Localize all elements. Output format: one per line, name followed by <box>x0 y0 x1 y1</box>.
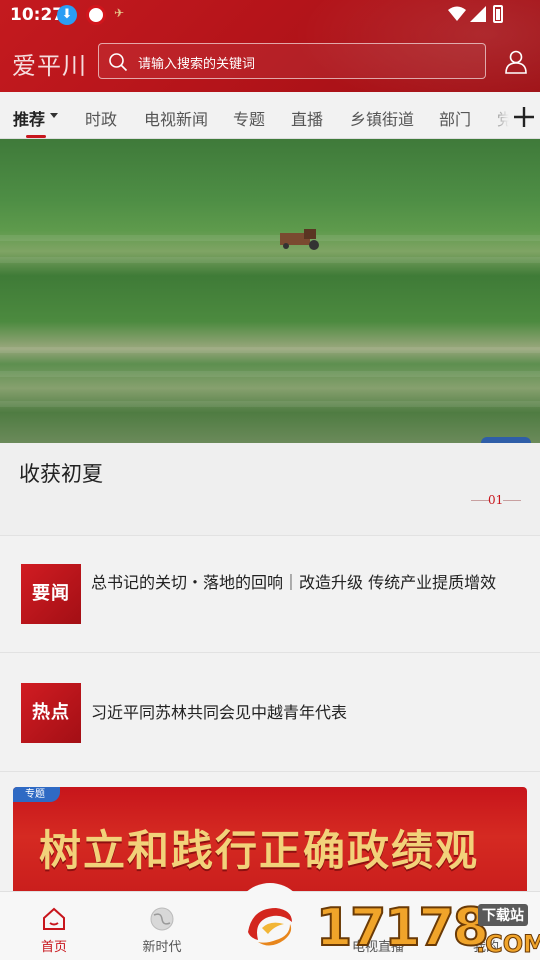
active-tab-indicator <box>26 135 46 138</box>
harvester-image <box>280 229 319 250</box>
field-stripe <box>0 371 540 377</box>
category-tabs: 推荐 时政 电视新闻 专题 直播 乡镇街道 部门 党 <box>0 92 540 139</box>
nav-home-label: 首页 <box>40 940 67 955</box>
search-placeholder: 请输入搜索的关键词 <box>138 57 256 72</box>
topic-tag: 专题 <box>13 787 60 802</box>
news-item[interactable]: 要闻 总书记的关切・落地的回响｜改造升级 传统产业提质增效 <box>0 535 540 653</box>
app-brand: 爱平川 <box>12 52 87 80</box>
center-logo-icon[interactable] <box>240 898 300 958</box>
status-time: 10:27 <box>10 5 65 25</box>
field-stripe <box>0 257 540 263</box>
search-icon <box>109 53 128 72</box>
signal-icon <box>470 6 486 22</box>
watermark-number: 17178 <box>315 897 490 959</box>
banner-caption-box[interactable] <box>0 443 540 535</box>
field-stripe <box>0 347 540 353</box>
field-stripe <box>0 235 540 241</box>
tab-towns[interactable]: 乡镇街道 <box>350 106 414 130</box>
tab-departments[interactable]: 部门 <box>439 106 471 130</box>
user-icon[interactable] <box>505 50 527 74</box>
nav-home[interactable]: 首页 <box>0 892 108 960</box>
wifi-icon <box>448 6 466 21</box>
tab-special[interactable]: 专题 <box>233 106 265 130</box>
special-topic-banner[interactable]: 专题 树立和践行正确政绩观 <box>13 787 527 897</box>
banner-image[interactable] <box>0 139 540 443</box>
site-watermark: 17178 下载站 .COM <box>315 897 540 960</box>
plane-notification-icon: ✈ <box>114 6 125 20</box>
nav-new-era-label: 新时代 <box>142 940 182 955</box>
download-icon: ⬇ <box>57 5 77 25</box>
tab-tv-news[interactable]: 电视新闻 <box>144 106 208 130</box>
tab-recommend[interactable]: 推荐 <box>13 106 45 130</box>
news-title[interactable]: 习近平同苏林共同会见中越青年代表 <box>91 702 516 724</box>
search-input[interactable]: 请输入搜索的关键词 <box>98 43 486 79</box>
tab-live[interactable]: 直播 <box>291 106 323 130</box>
watermark-domain: .COM <box>475 930 540 959</box>
status-bar: 10:27 ⬇ ✈ <box>0 0 540 32</box>
news-title[interactable]: 总书记的关切・落地的回响｜改造升级 传统产业提质增效 <box>91 572 516 594</box>
indicator-line-left <box>471 500 489 501</box>
nav-new-era[interactable]: 新时代 <box>108 892 216 960</box>
app-notification-icon <box>86 5 106 25</box>
home-icon <box>43 907 65 930</box>
banner-caption[interactable]: 收获初夏 <box>19 458 103 488</box>
app-header: 10:27 ⬇ ✈ 爱平川 请输入搜索的关键词 <box>0 0 540 92</box>
field-stripe <box>0 401 540 407</box>
banner-page-indicator: 01 <box>488 493 504 507</box>
add-channel-icon[interactable] <box>513 106 535 128</box>
news-tag-thumb: 要闻 <box>21 564 81 624</box>
indicator-line-right <box>503 500 521 501</box>
watermark-site: 下载站 <box>478 904 528 926</box>
globe-icon <box>150 907 174 931</box>
caret-down-icon <box>50 113 58 118</box>
topic-title: 树立和践行正确政绩观 <box>39 826 480 875</box>
news-item[interactable]: 热点 习近平同苏林共同会见中越青年代表 <box>0 654 540 772</box>
news-tag-thumb: 热点 <box>21 683 81 743</box>
tab-politics[interactable]: 时政 <box>85 106 117 130</box>
battery-icon <box>493 5 503 23</box>
